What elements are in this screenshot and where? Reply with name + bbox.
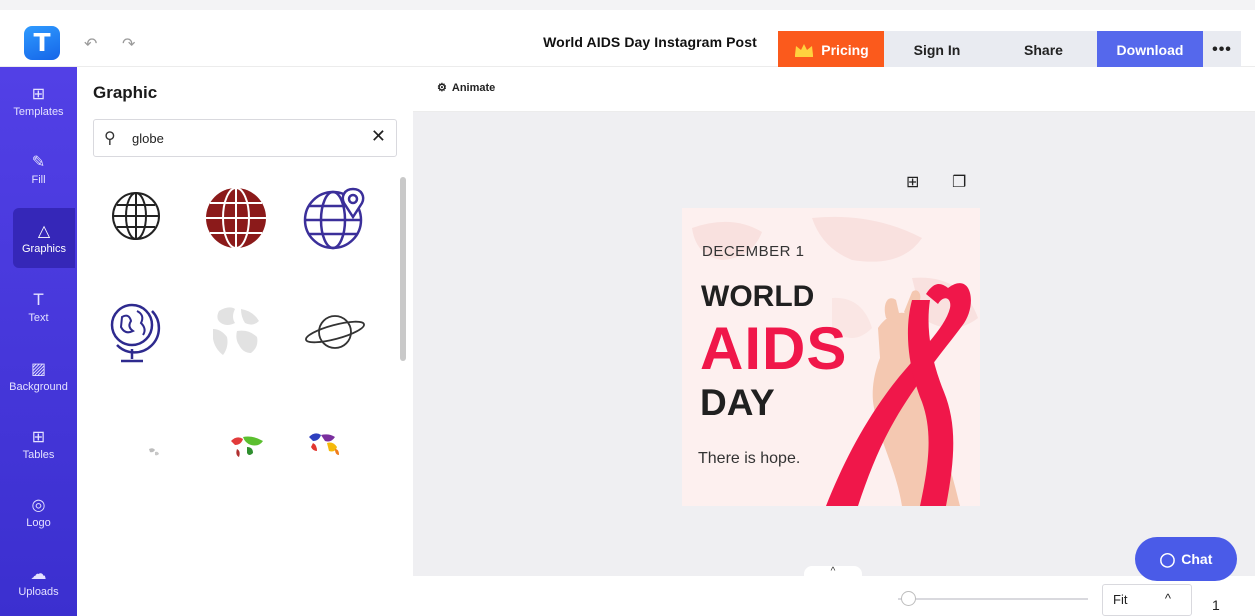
- redo-icon[interactable]: ↷: [122, 36, 135, 54]
- graphic-panel: Graphic ⚲ ✕: [77, 67, 412, 616]
- upload-cloud-icon: ☁: [30, 563, 47, 583]
- sign-in-button[interactable]: Sign In: [884, 31, 990, 68]
- poster-line-day[interactable]: DAY: [700, 382, 775, 424]
- zoom-slider-track[interactable]: [898, 598, 1088, 600]
- sidebar-item-logo[interactable]: ◎ Logo: [0, 482, 77, 542]
- sidebar-item-graphics[interactable]: △ Graphics: [13, 208, 75, 268]
- world-map-globe-gray-icon[interactable]: [205, 301, 267, 363]
- zoom-slider-knob[interactable]: [900, 591, 916, 606]
- poster-date[interactable]: DECEMBER 1: [702, 243, 805, 260]
- top-strip: [0, 0, 1255, 10]
- add-page-icon[interactable]: ⊞: [906, 172, 919, 191]
- sidebar-item-background[interactable]: ▨ Background: [0, 346, 77, 406]
- globe-location-pin-icon[interactable]: [303, 185, 369, 251]
- sidebar-item-label: Fill: [31, 173, 46, 186]
- background-icon: ▨: [30, 358, 47, 378]
- animate-button[interactable]: ⚙ Animate: [437, 81, 496, 95]
- search-icon: ⚲: [104, 128, 116, 147]
- sidebar-item-label: Tables: [22, 448, 55, 461]
- sidebar-item-tables[interactable]: ⊞ Tables: [0, 414, 77, 474]
- duplicate-icon[interactable]: ❐: [952, 172, 966, 191]
- poster-line-world[interactable]: WORLD: [701, 280, 814, 314]
- pricing-button[interactable]: Pricing: [778, 31, 884, 68]
- panel-title: Graphic: [93, 83, 158, 102]
- sidebar-item-fill[interactable]: ✎ Fill: [0, 139, 77, 199]
- app-logo[interactable]: T: [24, 26, 60, 60]
- zoom-mode-value: Fit: [1113, 592, 1128, 607]
- world-map-small-gray-icon[interactable]: [147, 445, 161, 457]
- sidebar-item-label: Templates: [13, 105, 64, 118]
- animate-icon: ⚙: [437, 82, 447, 94]
- table-icon: ⊞: [31, 426, 46, 446]
- canvas-toolbar: ⚙ Animate: [413, 67, 1255, 112]
- sidebar-item-label: Text: [28, 311, 49, 324]
- globe-outline-icon[interactable]: [111, 187, 161, 245]
- chevron-up-icon: ^: [1164, 591, 1171, 606]
- text-icon: T: [33, 289, 44, 309]
- poster-line-aids[interactable]: AIDS: [700, 314, 847, 383]
- search-input[interactable]: [132, 128, 352, 148]
- chat-button[interactable]: ◯ Chat: [1135, 537, 1237, 581]
- design-poster[interactable]: DECEMBER 1 WORLD AIDS DAY There is hope.: [682, 208, 980, 506]
- more-options-button[interactable]: •••: [1203, 31, 1241, 68]
- panel-scrollbar[interactable]: [400, 177, 406, 361]
- sidebar-item-uploads[interactable]: ☁ Uploads: [0, 551, 77, 611]
- templates-icon: ⊞: [31, 83, 46, 103]
- planet-ring-icon[interactable]: [303, 309, 367, 355]
- sidebar-item-label: Uploads: [18, 585, 59, 598]
- top-bar: T ↶ ↷ World AIDS Day Instagram Post Pric…: [0, 10, 1255, 68]
- animate-label: Animate: [451, 81, 496, 94]
- share-button[interactable]: Share: [990, 31, 1097, 68]
- world-map-colored-icon[interactable]: [229, 433, 265, 459]
- sidebar-item-templates[interactable]: ⊞ Templates: [0, 71, 77, 131]
- shapes-icon: △: [37, 220, 51, 240]
- search-box: ⚲ ✕: [93, 119, 397, 157]
- chat-label: Chat: [1181, 551, 1213, 567]
- undo-icon[interactable]: ↶: [84, 36, 97, 54]
- zoom-select[interactable]: Fit ^: [1102, 584, 1192, 616]
- sidebar-item-text[interactable]: T Text: [0, 277, 77, 337]
- pricing-label: Pricing: [821, 41, 869, 58]
- crown-icon: [795, 43, 814, 57]
- close-icon[interactable]: ✕: [371, 126, 386, 147]
- pencil-icon: ✎: [31, 151, 46, 171]
- chat-bubble-icon: ◯: [1159, 550, 1176, 567]
- world-map-multicolor-icon[interactable]: [307, 431, 343, 459]
- sidebar-item-label: Logo: [26, 516, 51, 529]
- poster-tagline[interactable]: There is hope.: [698, 450, 800, 468]
- download-button[interactable]: Download: [1097, 31, 1203, 68]
- page-count[interactable]: 1: [1212, 597, 1220, 613]
- document-title[interactable]: World AIDS Day Instagram Post: [520, 34, 780, 50]
- desk-globe-icon[interactable]: [107, 299, 161, 365]
- sidebar-item-label: Graphics: [21, 242, 67, 255]
- globe-dark-red-icon[interactable]: [205, 187, 267, 249]
- logo-icon: ◎: [31, 494, 46, 514]
- sidebar-item-label: Background: [9, 380, 68, 393]
- left-sidebar: ⊞ Templates ✎ Fill △ Graphics T Text ▨ B…: [0, 67, 77, 616]
